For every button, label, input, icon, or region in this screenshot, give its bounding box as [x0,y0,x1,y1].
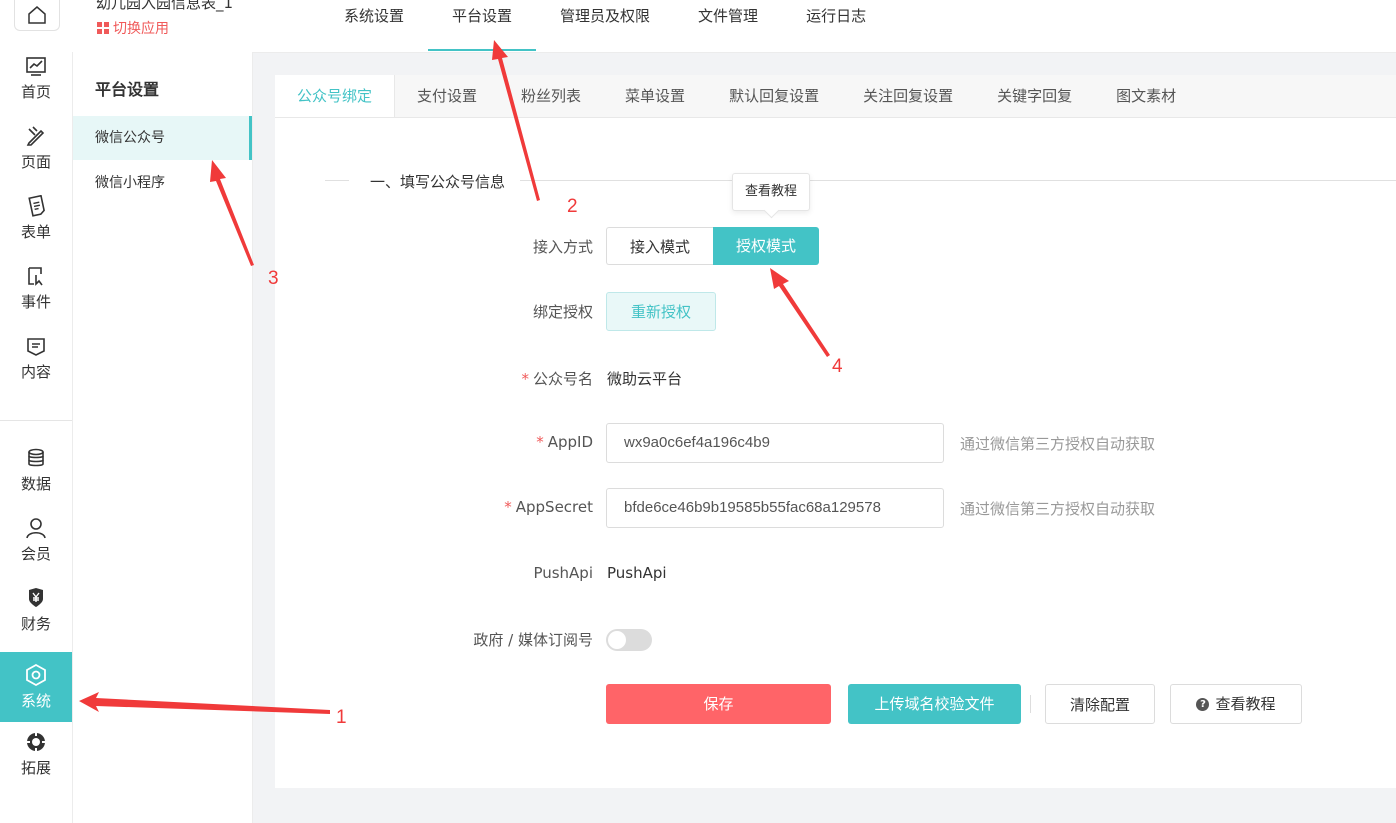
rail-item-extend[interactable]: 拓展 [0,722,72,786]
sidebar-title: 平台设置 [95,80,160,99]
appid-input[interactable]: wx9a0c6ef4a196c4b9 [606,423,944,463]
access-mode-toggle: 接入模式 授权模式 [606,227,820,265]
tab-menu-settings[interactable]: 菜单设置 [603,75,707,117]
sidebar-item-wechat-miniprogram[interactable]: 微信小程序 [73,161,252,205]
rail-item-home[interactable]: 首页 [0,46,72,110]
tab-fans-list[interactable]: 粉丝列表 [499,75,603,117]
view-tutorial-label: 查看教程 [1215,695,1276,713]
event-icon [28,266,43,286]
gov-media-label: 政府 / 媒体订阅号 [473,631,593,649]
nav-admin-permissions[interactable]: 管理员及权限 [536,0,674,50]
reauthorize-button[interactable]: 重新授权 [606,292,716,331]
switch-app-link[interactable]: 切换应用 [97,18,169,38]
view-tutorial-button[interactable]: ? 查看教程 [1170,684,1302,724]
rail-label: 财务 [20,614,51,633]
account-name-text: 公众号名 [532,370,593,388]
appsecret-input[interactable]: bfde6ce46b9b19585b55fac68a129578 [606,488,944,528]
rail-item-content[interactable]: 内容 [0,326,72,390]
section-title: 一、填写公众号信息 [370,173,506,191]
settings-hex-icon [26,663,46,686]
required-mark: * [521,370,529,388]
nav-system-settings[interactable]: 系统设置 [320,0,428,50]
nav-run-logs[interactable]: 运行日志 [782,0,890,50]
tab-keyword-reply[interactable]: 关键字回复 [975,75,1094,117]
rail-item-system[interactable]: 系统 [0,652,72,722]
rail-label: 首页 [20,82,51,101]
tab-default-reply[interactable]: 默认回复设置 [707,75,841,117]
upload-domain-file-button[interactable]: 上传域名校验文件 [848,684,1021,724]
appsecret-text: AppSecret [515,498,593,516]
page-edit-icon [26,125,45,146]
annotation-number: 3 [268,268,279,289]
app-name: 幼儿园入园信息表_1 [96,0,234,12]
rail-item-member[interactable]: 会员 [0,508,72,572]
nav-file-management[interactable]: 文件管理 [674,0,782,50]
rail-label: 系统 [20,691,51,710]
rail-label: 内容 [20,362,51,381]
tutorial-tooltip: 查看教程 [732,173,810,211]
rail-item-event[interactable]: 事件 [0,256,72,320]
sidebar-item-wechat-official[interactable]: 微信公众号 [73,116,252,160]
save-button[interactable]: 保存 [606,684,831,724]
required-mark: * [504,498,512,516]
pushapi-label: PushApi [533,564,593,582]
rail-item-form[interactable]: 表单 [0,186,72,250]
content-icon [27,337,45,356]
rail-item-page[interactable]: 页面 [0,116,72,180]
access-mode-label: 接入方式 [532,238,593,256]
required-mark: * [536,433,544,451]
auth-mode-option[interactable]: 授权模式 [713,227,820,265]
yen-shield-icon [29,587,43,607]
rail-label: 数据 [20,474,51,493]
tab-media-assets[interactable]: 图文素材 [1094,75,1198,117]
rail-label: 拓展 [20,758,51,777]
tab-payment-settings[interactable]: 支付设置 [395,75,499,117]
bind-auth-label: 绑定授权 [532,303,593,321]
annotation-number: 1 [336,707,347,728]
tab-bar: 公众号绑定 支付设置 粉丝列表 菜单设置 默认回复设置 关注回复设置 关键字回复… [275,75,1396,118]
chart-icon [26,56,46,76]
pushapi-value: PushApi [607,564,667,582]
tab-account-binding[interactable]: 公众号绑定 [275,75,396,117]
rail-label: 会员 [20,544,51,563]
question-icon: ? [1196,697,1210,711]
top-nav: 系统设置 平台设置 管理员及权限 文件管理 运行日志 [320,0,890,52]
rail-divider [0,420,72,421]
rail-item-finance[interactable]: 财务 [0,578,72,642]
rail-item-data[interactable]: 数据 [0,438,72,502]
appid-label: * AppID [275,433,593,451]
main-rail: 首页 页面 表单 事件 内容 数据 会员 财务 系统 拓展 [0,52,73,823]
tab-follow-reply[interactable]: 关注回复设置 [841,75,975,117]
button-divider [1030,695,1031,713]
annotation-number: 2 [567,196,578,217]
form-icon [28,194,45,217]
switch-app-label: 切换应用 [113,21,169,37]
rail-label: 事件 [20,292,51,311]
grid-icon [97,22,109,34]
gov-media-switch[interactable] [606,629,652,651]
section-divider [520,180,1396,181]
appid-hint: 通过微信第三方授权自动获取 [960,435,1156,453]
home-icon [28,6,46,24]
account-name-label: * 公众号名 [275,368,593,389]
appsecret-hint: 通过微信第三方授权自动获取 [960,500,1156,518]
account-name-value: 微助云平台 [607,370,683,388]
appsecret-label: * AppSecret [275,498,593,516]
rail-label: 表单 [20,222,51,241]
user-icon [26,517,46,538]
clear-config-button[interactable]: 清除配置 [1045,684,1155,724]
rail-label: 页面 [20,152,51,171]
extend-icon [26,731,46,752]
top-bar: 幼儿园入园信息表_1 切换应用 系统设置 平台设置 管理员及权限 文件管理 运行… [0,0,1396,53]
appid-text: AppID [547,433,593,451]
main-panel: 公众号绑定 支付设置 粉丝列表 菜单设置 默认回复设置 关注回复设置 关键字回复… [275,75,1396,788]
nav-platform-settings[interactable]: 平台设置 [428,0,537,51]
section-divider [325,180,349,181]
annotation-number: 4 [832,356,843,377]
platform-sidebar: 平台设置 微信公众号 微信小程序 [73,52,253,823]
database-icon [28,448,44,466]
access-mode-option[interactable]: 接入模式 [606,227,714,265]
home-button[interactable] [14,0,60,31]
